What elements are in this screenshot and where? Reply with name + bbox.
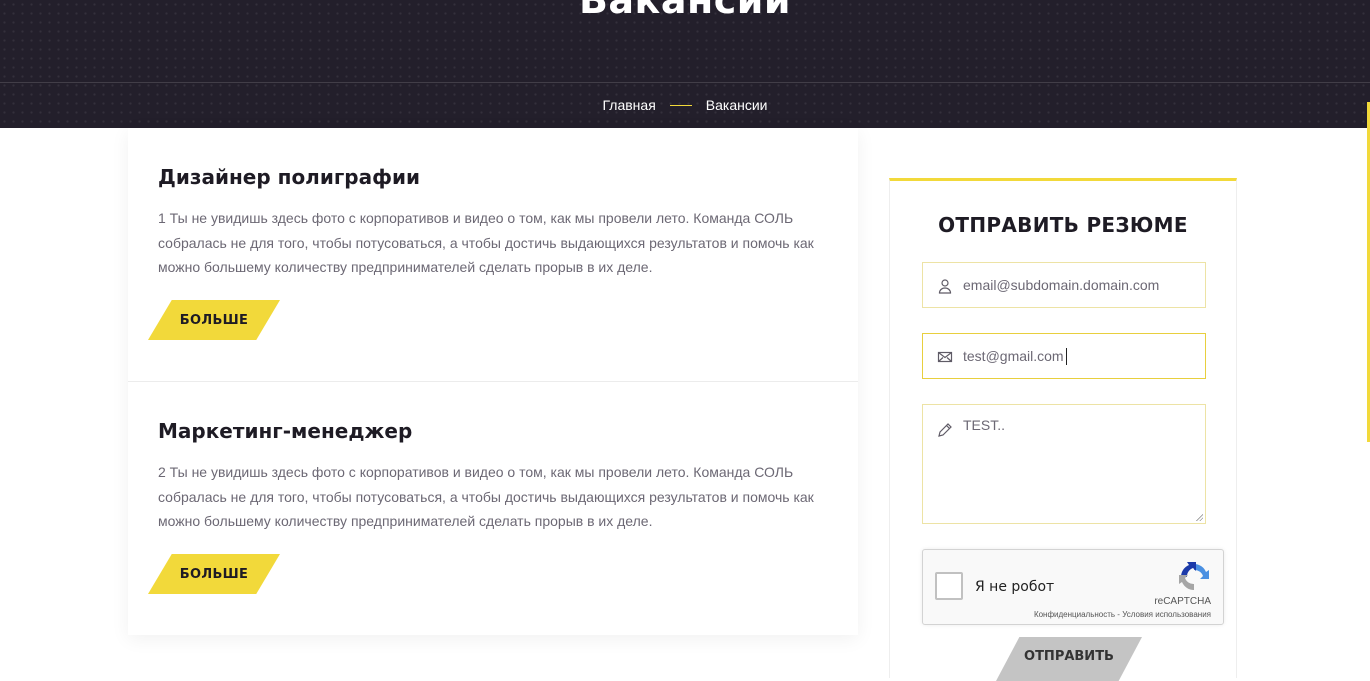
hero-divider <box>0 82 1370 83</box>
email-field[interactable] <box>922 333 1206 379</box>
recaptcha-checkbox[interactable] <box>935 572 963 600</box>
recaptcha-logo-icon <box>1177 560 1211 594</box>
message-field[interactable]: TEST.. <box>922 404 1206 524</box>
recaptcha-widget: Я не робот reCAPTCHA Конфиденциальность … <box>922 549 1224 625</box>
vacancy-description: 2 Ты не увидишь здесь фото с корпоративо… <box>158 464 814 529</box>
breadcrumb: Главная Вакансии <box>0 97 1370 113</box>
breadcrumb-current: Вакансии <box>705 97 768 113</box>
email-input[interactable] <box>963 348 1193 364</box>
resize-handle[interactable] <box>1195 513 1203 521</box>
more-button[interactable]: БОЛЬШЕ <box>148 300 280 340</box>
breadcrumb-separator <box>669 104 692 106</box>
envelope-icon <box>937 349 953 365</box>
resume-form-title: ОТПРАВИТЬ РЕЗЮМЕ <box>938 213 1188 237</box>
message-textarea[interactable]: TEST.. <box>963 417 1193 513</box>
vacancy-title: Дизайнер полиграфии <box>158 165 420 189</box>
resume-form: ОТПРАВИТЬ РЕЗЮМЕ TEST.. Я не робот r <box>889 178 1237 681</box>
submit-button[interactable]: ОТПРАВИТЬ <box>996 637 1142 681</box>
vacancy-card: Дизайнер полиграфии 1 Ты не увидишь здес… <box>128 128 858 382</box>
user-icon <box>937 278 953 294</box>
vacancy-list: Дизайнер полиграфии 1 Ты не увидишь здес… <box>128 128 858 635</box>
breadcrumb-home-link[interactable]: Главная <box>602 97 655 113</box>
recaptcha-terms-link[interactable]: Конфиденциальность - Условия использован… <box>1034 610 1211 619</box>
pencil-icon <box>937 422 953 438</box>
name-field[interactable] <box>922 262 1206 308</box>
more-button[interactable]: БОЛЬШЕ <box>148 554 280 594</box>
vacancy-description: 1 Ты не увидишь здесь фото с корпоративо… <box>158 210 814 275</box>
vacancy-card: Маркетинг-менеджер 2 Ты не увидишь здесь… <box>128 381 858 635</box>
recaptcha-brand: reCAPTCHA <box>1154 596 1211 607</box>
vacancy-title: Маркетинг-менеджер <box>158 419 413 443</box>
page-title: Вакансии <box>578 0 792 22</box>
recaptcha-label: Я не робот <box>975 579 1055 595</box>
name-input[interactable] <box>963 277 1193 293</box>
page-hero: Вакансии Главная Вакансии <box>0 0 1370 128</box>
text-caret <box>1066 348 1067 365</box>
